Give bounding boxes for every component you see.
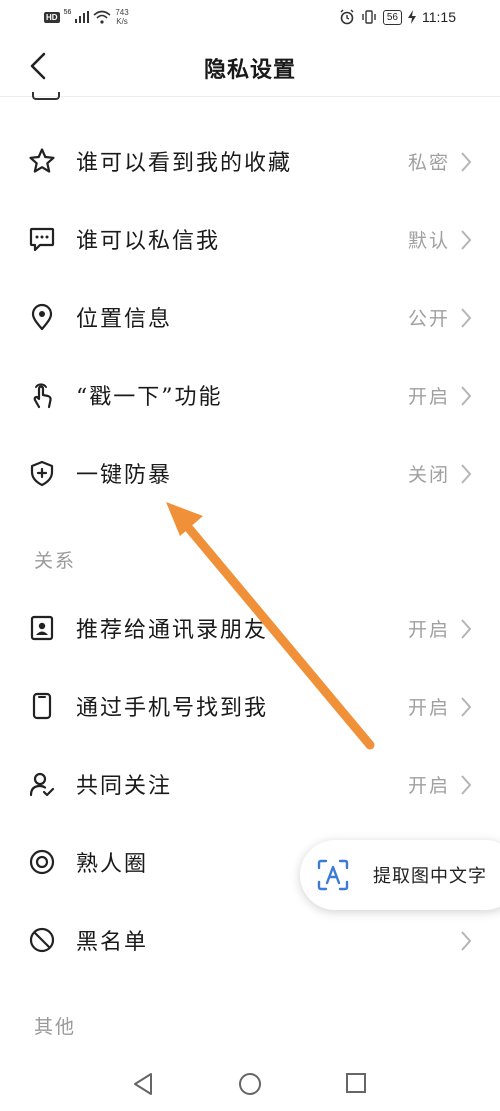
setting-value: 开启: [407, 775, 450, 797]
status-right: 56 11:15: [339, 9, 456, 25]
chevron-right-icon: [461, 308, 472, 328]
setting-label: 黑名单: [76, 930, 149, 955]
circle-target-icon: [29, 849, 55, 875]
battery-level: 56: [382, 9, 402, 25]
net-speed-unit: K/s: [116, 17, 128, 26]
setting-row-find-by-phone[interactable]: 通过手机号找到我 开启: [0, 676, 500, 736]
message-icon: [29, 227, 55, 252]
setting-label: 推荐给通讯录朋友: [76, 618, 269, 643]
text-scan-icon: [317, 859, 349, 891]
setting-label: 一键防暴: [76, 463, 173, 488]
nav-back-triangle-icon[interactable]: [132, 1072, 154, 1096]
shield-plus-icon: [30, 460, 54, 487]
setting-row-location[interactable]: 位置信息 公开: [0, 287, 500, 347]
system-nav-bar: [0, 1060, 500, 1111]
nav-bar: 隐私设置: [0, 36, 500, 97]
block-icon: [29, 927, 55, 953]
extract-text-button[interactable]: 提取图中文字: [300, 840, 500, 910]
status-bar: HD 56 743 K/s 56 11:15: [0, 0, 500, 36]
setting-label: 谁可以看到我的收藏: [76, 151, 293, 176]
setting-label: “戳一下”功能: [76, 385, 223, 410]
setting-value: 开启: [407, 386, 450, 408]
signal-badge: 56: [63, 8, 72, 16]
chevron-right-icon: [461, 931, 472, 951]
hd-badge: HD: [44, 11, 60, 23]
section-title-relations: 关系: [34, 550, 77, 572]
setting-label: 共同关注: [76, 774, 173, 799]
chevron-right-icon: [461, 386, 472, 406]
net-speed: 743 K/s: [115, 8, 128, 26]
setting-value: 开启: [407, 619, 450, 641]
chevron-right-icon: [461, 464, 472, 484]
wifi-icon: [93, 10, 111, 24]
tap-hand-icon: [33, 383, 52, 409]
partial-item-icon: [32, 92, 60, 100]
nav-recents-square-icon[interactable]: [345, 1072, 367, 1094]
location-pin-icon: [31, 303, 53, 331]
section-title-others: 其他: [34, 1016, 77, 1038]
net-speed-value: 743: [115, 8, 129, 17]
setting-value: 默认: [407, 230, 450, 252]
chevron-right-icon: [461, 775, 472, 795]
setting-value: 公开: [407, 308, 450, 330]
user-check-icon: [29, 772, 55, 797]
status-left: HD 56 743 K/s: [44, 8, 129, 26]
setting-label: 位置信息: [76, 307, 173, 332]
charging-icon: [408, 10, 416, 24]
nav-home-circle-icon[interactable]: [238, 1072, 262, 1096]
contact-card-icon: [30, 615, 54, 641]
extract-text-label: 提取图中文字: [373, 866, 487, 887]
setting-value: 关闭: [407, 464, 450, 486]
page-title: 隐私设置: [203, 57, 296, 83]
setting-value: 开启: [407, 697, 450, 719]
setting-row-favorites-visibility[interactable]: 谁可以看到我的收藏 私密: [0, 131, 500, 191]
clock: 11:15: [422, 9, 456, 25]
chevron-right-icon: [461, 152, 472, 172]
chevron-right-icon: [461, 697, 472, 717]
phone-icon: [32, 692, 52, 720]
setting-row-poke[interactable]: “戳一下”功能 开启: [0, 365, 500, 425]
setting-label: 熟人圈: [76, 852, 149, 877]
chevron-right-icon: [461, 230, 472, 250]
setting-row-anti-harassment[interactable]: 一键防暴 关闭: [0, 443, 500, 503]
setting-row-recommend-to-contacts[interactable]: 推荐给通讯录朋友 开启: [0, 598, 500, 658]
setting-value: 私密: [407, 152, 450, 174]
setting-row-blacklist[interactable]: 黑名单: [0, 910, 500, 970]
setting-row-mutual-follow[interactable]: 共同关注 开启: [0, 754, 500, 814]
vibrate-icon: [362, 10, 376, 24]
alarm-icon: [340, 9, 354, 25]
setting-row-who-can-message[interactable]: 谁可以私信我 默认: [0, 209, 500, 269]
setting-label: 通过手机号找到我: [76, 696, 269, 721]
setting-label: 谁可以私信我: [76, 229, 221, 254]
chevron-right-icon: [461, 619, 472, 639]
signal-icon: [75, 11, 90, 23]
star-icon: [29, 148, 55, 173]
